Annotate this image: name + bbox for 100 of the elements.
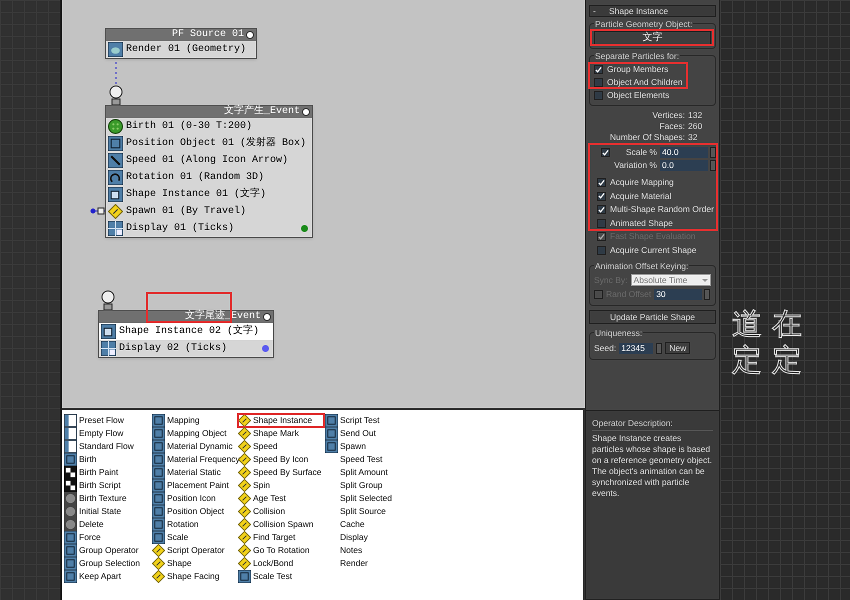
depot-item[interactable]: Material Dynamic [152, 440, 238, 453]
depot-item[interactable]: Shape Instance [238, 414, 324, 427]
depot-item[interactable]: Delete [64, 518, 152, 531]
spinner-arrows[interactable] [704, 289, 710, 300]
checkbox[interactable] [597, 205, 606, 214]
depot-item[interactable]: Speed By Surface [238, 466, 325, 479]
depot-item[interactable]: Collision [238, 505, 325, 518]
spinner-arrows[interactable] [710, 147, 716, 158]
operator-row[interactable]: Display 02 (Ticks) [99, 340, 273, 357]
depot-item[interactable]: Birth Paint [64, 466, 152, 479]
depot-item[interactable]: Display [325, 531, 425, 544]
depot-item[interactable]: Speed [238, 440, 325, 453]
square-icon [152, 479, 165, 492]
checkbox[interactable] [594, 91, 603, 100]
depot-item[interactable]: Send Out [325, 427, 425, 440]
checkbox[interactable] [597, 192, 606, 201]
checkbox[interactable] [597, 178, 606, 188]
number-field[interactable]: 0.0 [660, 160, 708, 171]
depot-item[interactable]: Standard Flow [64, 440, 152, 453]
depot-item[interactable]: Scale [152, 531, 238, 544]
node-header[interactable]: PF Source 01 [106, 29, 256, 41]
depot-item[interactable]: Position Icon [152, 492, 238, 505]
depot-item[interactable]: Initial State [64, 505, 152, 518]
checkbox[interactable] [601, 148, 610, 157]
depot-item[interactable]: Position Object [152, 505, 238, 518]
rollout-header[interactable]: - Shape Instance [589, 5, 716, 17]
seed-field[interactable]: 12345 [619, 342, 654, 354]
checkbox[interactable] [594, 290, 603, 299]
option-label: Multi-Shape Random Order [610, 203, 714, 216]
operator-label: Position Object 01 (发射器 Box) [126, 136, 308, 151]
spinner-arrows[interactable] [656, 342, 662, 354]
depot-item[interactable]: Lock/Bond [238, 557, 325, 570]
depot-item[interactable]: Scale Test [238, 570, 325, 583]
operator-row[interactable]: Birth 01 (0-30 T:200) [106, 118, 312, 135]
depot-item[interactable]: Shape Mark [238, 427, 325, 440]
operator-row[interactable]: Render 01 (Geometry) [106, 41, 256, 58]
depot-item[interactable]: Split Selected [325, 492, 425, 505]
operator-row[interactable]: Shape Instance 01 (文字) [106, 186, 312, 203]
operator-row[interactable]: Position Object 01 (发射器 Box) [106, 135, 312, 152]
new-button[interactable]: New [665, 342, 690, 354]
depot-item[interactable]: Birth [64, 453, 152, 466]
depot-item[interactable]: Spin [238, 479, 325, 492]
operator-row[interactable]: Speed 01 (Along Icon Arrow) [106, 152, 312, 169]
operator-row[interactable]: Display 01 (Ticks) [106, 220, 312, 237]
checkbox[interactable] [597, 218, 606, 228]
depot-item[interactable]: Force [64, 531, 152, 544]
depot-item[interactable]: Notes [325, 544, 425, 557]
number-field[interactable]: 40.0 [660, 147, 708, 158]
viewport-text: 定定 [732, 344, 812, 378]
operator-row[interactable]: Shape Instance 02 (文字) [99, 323, 273, 340]
depot-item[interactable]: Preset Flow [64, 414, 152, 427]
checkbox[interactable] [594, 78, 603, 87]
depot-item[interactable]: Shape Facing [152, 570, 238, 583]
operator-row[interactable]: Spawn 01 (By Travel) [106, 203, 312, 220]
square-icon [64, 544, 77, 557]
depot-item[interactable]: Shape [152, 557, 238, 570]
depot-item[interactable]: Mapping [152, 414, 238, 427]
operator-row[interactable]: Rotation 01 (Random 3D) [106, 169, 312, 186]
depot-item[interactable]: Speed By Icon [238, 453, 325, 466]
depot-item[interactable]: Find Target [238, 531, 325, 544]
operator-label: Render 01 (Geometry) [126, 42, 248, 57]
depot-item[interactable]: Group Operator [64, 544, 152, 557]
number-field[interactable]: 30 [654, 289, 702, 300]
depot-item[interactable]: Birth Script [64, 479, 152, 492]
diamond-icon [152, 544, 165, 557]
particle-view-canvas[interactable] [62, 0, 585, 410]
rollout-toggle[interactable]: - [593, 4, 609, 18]
square-icon [325, 440, 338, 453]
depot-item[interactable]: Age Test [238, 492, 325, 505]
depot-item[interactable]: Cache [325, 518, 425, 531]
depot-item[interactable]: Mapping Object [152, 427, 238, 440]
depot-item[interactable]: Script Operator [152, 544, 238, 557]
depot-item[interactable]: Material Frequency [152, 453, 238, 466]
depot-item[interactable]: Keep Apart [64, 570, 152, 583]
lightbulb-icon [246, 31, 254, 39]
depot-item[interactable]: Go To Rotation [238, 544, 325, 557]
depot-item[interactable]: Empty Flow [64, 427, 152, 440]
checkbox[interactable] [597, 246, 606, 255]
square-icon [152, 492, 165, 505]
checkbox[interactable] [594, 65, 603, 74]
depot-item[interactable]: Split Amount [325, 466, 425, 479]
depot-item[interactable]: Placement Paint [152, 479, 238, 492]
depot-item[interactable]: Collision Spawn [238, 518, 325, 531]
depot-item[interactable]: Split Source [325, 505, 425, 518]
depot-item[interactable]: Material Static [152, 466, 238, 479]
sync-dropdown[interactable]: Absolute Time [630, 274, 711, 286]
depot-item[interactable]: Split Group [325, 479, 425, 492]
geometry-button[interactable]: 文字 [594, 31, 711, 45]
depot-item[interactable]: Speed Test [325, 453, 425, 466]
depot-item[interactable]: Birth Texture [64, 492, 152, 505]
flow-node[interactable]: PF Source 01 Render 01 (Geometry) [105, 28, 257, 59]
depot-item[interactable]: Script Test [325, 414, 425, 427]
update-button[interactable]: Update Particle Shape [589, 310, 716, 324]
flow-node[interactable]: 文字产生_Event Birth 01 (0-30 T:200) Position Object 01 (发射器 Box) Speed 01 (Along Icon Arrow) Rotation 01 (Random 3D) Shape Instance 01 (文字) Spawn 01 (By Travel) Display 01 (Ticks) [105, 105, 313, 238]
depot-item[interactable]: Render [325, 557, 425, 570]
node-header[interactable]: 文字产生_Event [106, 106, 312, 118]
depot-item[interactable]: Group Selection [64, 557, 152, 570]
depot-item[interactable]: Spawn [325, 440, 425, 453]
depot-item[interactable]: Rotation [152, 518, 238, 531]
spinner-arrows[interactable] [710, 160, 716, 171]
